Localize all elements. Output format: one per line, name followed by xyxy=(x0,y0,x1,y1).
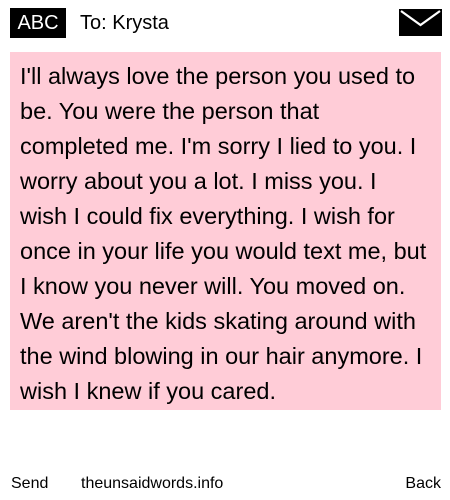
input-mode-badge[interactable]: ABC xyxy=(10,8,66,38)
site-watermark: theunsaidwords.info xyxy=(81,475,224,492)
message-header: ABC To: Krysta xyxy=(0,0,450,45)
envelope-icon xyxy=(399,9,442,36)
back-button[interactable]: Back xyxy=(405,472,441,496)
softkey-bar: Send theunsaidwords.info Back xyxy=(0,472,450,496)
send-button[interactable]: Send xyxy=(11,472,48,496)
message-body: I'll always love the person you used to … xyxy=(20,63,427,404)
recipient-label: To: Krysta xyxy=(80,12,169,34)
